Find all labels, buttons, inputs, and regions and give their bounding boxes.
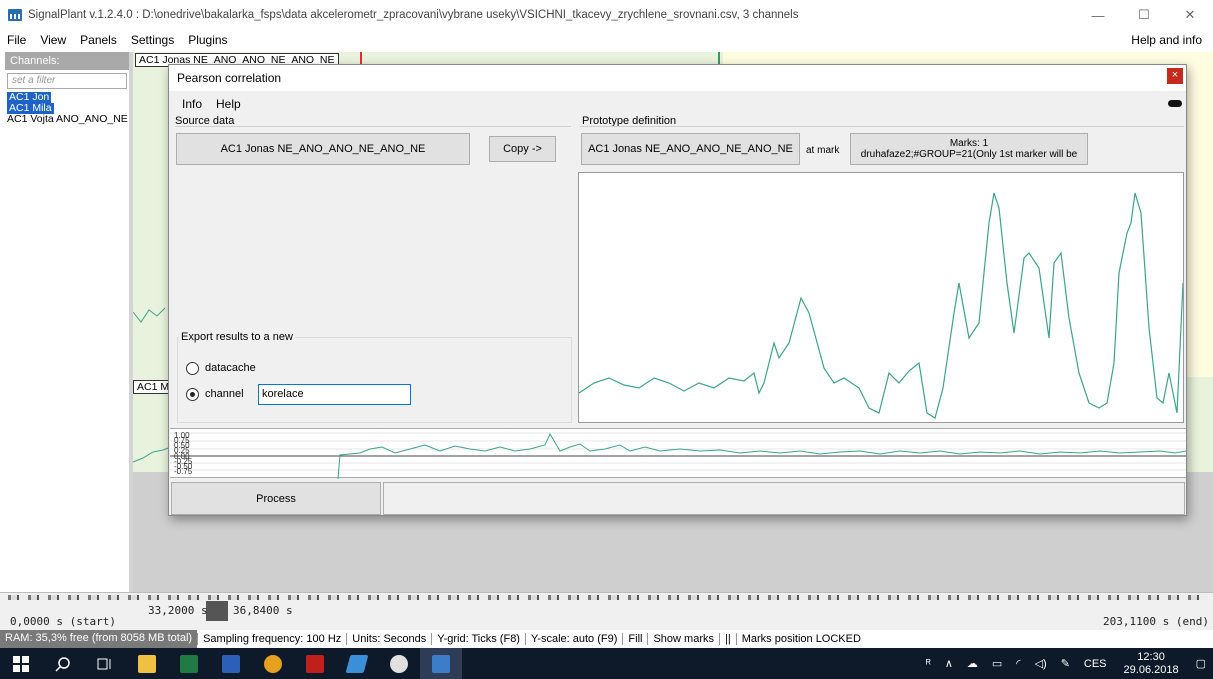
signal-trace [133,446,172,463]
radio-channel-label[interactable]: channel [205,388,244,400]
window-title: SignalPlant v.1.2.4.0 : D:\onedrive\baka… [28,9,799,21]
menu-panels[interactable]: Panels [73,33,124,47]
acrobat-icon[interactable] [294,648,336,679]
dialog-title-bar: Pearson correlation × [169,65,1186,91]
marks-strip [8,595,1208,600]
signalplant-taskbar-icon[interactable] [420,648,462,679]
excel-icon[interactable] [168,648,210,679]
menu-plugins[interactable]: Plugins [181,33,234,47]
minimize-button[interactable]: — [1075,0,1121,30]
timeline-start: 0,0000 s (start) [10,615,116,628]
chrome-icon[interactable] [252,648,294,679]
timeline-pos1: 33,2000 s [148,604,208,617]
status-ygrid[interactable]: Y-grid: Ticks (F8) [431,633,525,645]
channel-item[interactable]: AC1 Mila [5,103,129,114]
dialog-menu: Info Help [175,97,248,111]
clock-time: 12:30 [1137,650,1165,663]
file-explorer-icon[interactable] [126,648,168,679]
task-view-icon[interactable] [84,648,126,679]
channels-panel: Channels: set a filter AC1 Jon AC1 Mila … [5,52,129,592]
system-tray: ᴿ ∧ ☁ ▭ ◜ ◁) ✎ CES 12:30 29.06.2018 ▢ [919,648,1213,679]
menu-settings[interactable]: Settings [124,33,181,47]
notifications-icon[interactable]: ▢ [1189,657,1213,670]
close-button[interactable]: ✕ [1167,0,1213,30]
dialog-close-button[interactable]: × [1167,68,1183,84]
onedrive-icon[interactable]: ☁ [960,657,985,670]
status-sampling[interactable]: Sampling frequency: 100 Hz [197,633,346,645]
export-label: Export results to a new [179,331,295,343]
menu-view[interactable]: View [33,33,73,47]
prototype-signal-svg [578,192,1184,419]
channel-item[interactable]: AC1 Jon [5,92,129,103]
tray-expand-icon[interactable]: ∧ [938,657,960,670]
paint-icon[interactable] [378,648,420,679]
taskbar: ᴿ ∧ ☁ ▭ ◜ ◁) ✎ CES 12:30 29.06.2018 ▢ [0,648,1213,679]
menu-file[interactable]: File [0,33,33,47]
pearson-correlation-dialog: Pearson correlation × Info Help Source d… [168,64,1187,516]
status-fill[interactable]: Fill [622,633,647,645]
source-channel-button[interactable]: AC1 Jonas NE_ANO_ANO_NE_ANO_NE [176,133,470,165]
marks-count: Marks: 1 [949,138,989,149]
status-separator[interactable]: || [719,633,736,645]
search-icon[interactable] [42,648,84,679]
status-yscale[interactable]: Y-scale: auto (F9) [524,633,622,645]
dialog-menu-help[interactable]: Help [209,97,248,111]
status-ram: RAM: 35,3% free (from 8058 MB total) [0,630,198,648]
process-button[interactable]: Process [171,482,381,515]
correlation-preview-chart: 1.00 0.75 0.50 0.25 0.00 -0.25 -0.50 -0.… [170,428,1187,480]
windows-start-icon[interactable] [0,648,42,679]
timeline-bar[interactable]: 0,0000 s (start) 33,2000 s 36,8400 s 203… [0,592,1213,630]
channel-filter-input[interactable]: set a filter [7,73,127,89]
process-output-area [383,482,1185,515]
volume-icon[interactable]: ◁) [1028,657,1054,670]
notes-icon[interactable] [336,648,378,679]
channel-item[interactable]: AC1 Vojta ANO_ANO_NE [5,114,129,125]
menu-bar: File View Panels Settings Plugins Help a… [0,30,1213,50]
channel-name-input[interactable]: korelace [258,384,411,405]
collapse-toggle-icon[interactable] [1168,100,1182,107]
at-mark-label: at mark [806,145,840,156]
prototype-channel-button[interactable]: AC1 Jonas NE_ANO_ANO_NE_ANO_NE [581,133,800,165]
prototype-signal-chart [578,172,1184,423]
status-units[interactable]: Units: Seconds [346,633,431,645]
dialog-title: Pearson correlation [177,71,282,85]
axis-tick: -0.75 [174,467,193,476]
channels-header: Channels: [5,52,129,70]
marks-selector[interactable]: Marks: 1 druhafaze2;#GROUP=21(Only 1st m… [850,133,1088,165]
status-show-marks[interactable]: Show marks [647,633,719,645]
status-marks-locked[interactable]: Marks position LOCKED [735,633,866,645]
wifi-icon[interactable]: ◜ [1009,657,1027,670]
window-controls: — ☐ ✕ [1075,0,1213,30]
radio-channel[interactable] [186,388,199,401]
radio-datacache-label[interactable]: datacache [205,362,256,374]
word-icon[interactable] [210,648,252,679]
clock[interactable]: 12:30 29.06.2018 [1114,651,1189,677]
status-bar: RAM: 35,3% free (from 8058 MB total) Sam… [0,630,1213,648]
menu-help-and-info[interactable]: Help and info [1124,33,1209,47]
export-group [177,337,572,423]
copy-button[interactable]: Copy -> [489,136,556,162]
divider [175,126,571,127]
timeline-end: 203,1100 s (end) [1103,615,1209,628]
language-indicator[interactable]: CES [1077,658,1114,670]
battery-icon[interactable]: ▭ [985,657,1009,670]
people-icon[interactable]: ᴿ [919,658,938,670]
timeline-pos2: 36,8400 s [233,604,293,617]
pen-icon[interactable]: ✎ [1054,657,1077,670]
timeline-position-box[interactable] [206,601,228,621]
marks-description: druhafaze2;#GROUP=21(Only 1st marker wil… [860,149,1078,160]
divider [580,126,1184,127]
clock-date: 29.06.2018 [1123,663,1179,676]
dialog-menu-info[interactable]: Info [175,97,209,111]
maximize-button[interactable]: ☐ [1121,0,1167,30]
correlation-preview-svg: 1.00 0.75 0.50 0.25 0.00 -0.25 -0.50 -0.… [170,431,1187,480]
signalplant-app-icon [8,9,22,21]
signal-trace [133,307,166,323]
title-bar: SignalPlant v.1.2.4.0 : D:\onedrive\baka… [0,0,1213,30]
process-row: Process [170,481,1186,515]
radio-datacache[interactable] [186,362,199,375]
